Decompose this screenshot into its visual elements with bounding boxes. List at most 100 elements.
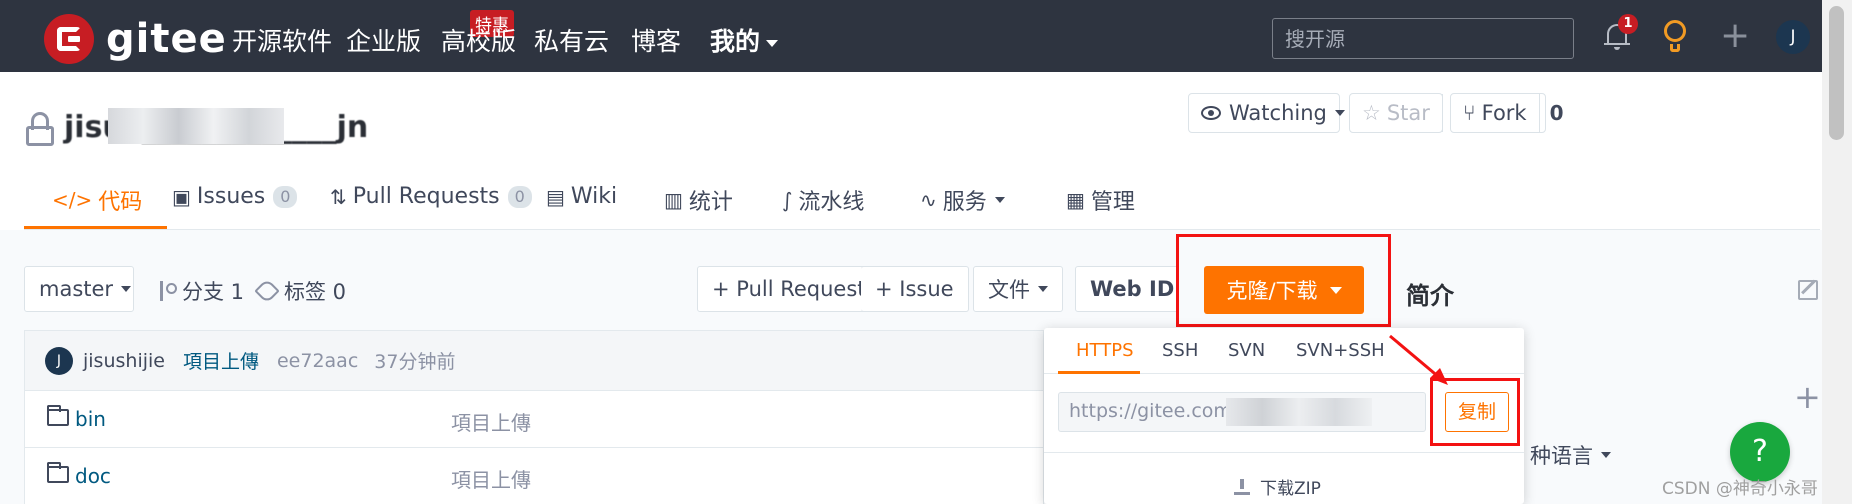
intro-heading: 简介: [1406, 282, 1454, 310]
tab-ssh[interactable]: SSH: [1162, 340, 1198, 361]
manage-icon: ▦: [1066, 188, 1085, 212]
new-issue-button[interactable]: + Issue: [861, 266, 969, 312]
pipeline-icon: ∫: [782, 188, 793, 212]
tab-code-label: 代码: [98, 190, 143, 215]
repo-tabs: </> 代码 ▣ Issues 0 ⇅ Pull Requests 0 ▤ Wiki ▥ 统计…: [24, 172, 1820, 230]
search-input[interactable]: [1272, 18, 1574, 59]
fork-button[interactable]: ⑂ Fork 0: [1450, 93, 1564, 133]
branch-icon: [158, 281, 177, 301]
nav-open-source[interactable]: 开源软件: [232, 22, 332, 58]
chevron-down-icon: [1601, 452, 1611, 458]
chevron-down-icon: [1038, 286, 1048, 292]
nav-private-cloud[interactable]: 私有云: [534, 22, 609, 58]
scrollbar-thumb[interactable]: [1829, 6, 1844, 140]
download-zip-button[interactable]: 下载ZIP: [1234, 474, 1321, 499]
add-icon[interactable]: +: [1794, 378, 1821, 416]
active-tab-indicator: [24, 226, 167, 229]
tab-svn[interactable]: SVN: [1228, 340, 1265, 361]
annotation-arrow: [1389, 334, 1448, 385]
file-menu-label: 文件: [988, 278, 1030, 302]
tags-label: 标签 0: [284, 280, 347, 304]
tab-pull-requests-label: Pull Requests: [352, 184, 500, 209]
download-zip-label: 下载ZIP: [1260, 479, 1321, 499]
top-navbar: gitee 开源软件 企业版 特惠 高校版 私有云 博客 我的 1 + J: [0, 0, 1822, 72]
latest-commit-bar: J jisushijie 項目上傳 ee72aac 37分钟前: [24, 330, 1044, 390]
tab-code[interactable]: </> 代码: [52, 184, 142, 216]
tab-pipeline[interactable]: ∫ 流水线: [782, 184, 864, 216]
notification-count-badge: 1: [1618, 14, 1638, 34]
tags-link[interactable]: 标签 0: [254, 276, 347, 306]
branches-label: 分支 1: [182, 280, 245, 304]
file-name[interactable]: bin: [75, 407, 106, 431]
commit-author[interactable]: jisushijie: [83, 350, 165, 372]
folder-icon: [47, 462, 69, 483]
divider: [1044, 452, 1524, 453]
edit-icon[interactable]: [1798, 280, 1818, 300]
fork-count: 0: [1549, 101, 1564, 125]
plus-icon[interactable]: +: [1720, 18, 1750, 54]
pull-request-icon: ⇅: [330, 184, 347, 209]
issues-icon: ▣: [172, 184, 191, 209]
eye-icon: [1201, 106, 1221, 120]
tab-issues-label: Issues: [196, 184, 266, 209]
new-issue-label: + Issue: [875, 277, 954, 301]
watch-button[interactable]: Watching 1: [1188, 93, 1382, 133]
tab-https[interactable]: HTTPS: [1076, 340, 1134, 361]
nav-enterprise[interactable]: 企业版: [346, 22, 421, 58]
download-icon: [1234, 478, 1250, 495]
web-ide-button[interactable]: Web IDE: [1075, 266, 1179, 312]
web-ide-label: Web IDE: [1090, 277, 1179, 301]
commit-author-avatar[interactable]: J: [45, 346, 73, 375]
file-menu-button[interactable]: 文件: [973, 266, 1063, 312]
branch-selector[interactable]: master: [24, 266, 134, 312]
nav-mine-label: 我的: [710, 27, 761, 56]
tab-wiki-label: Wiki: [570, 184, 618, 209]
chevron-down-icon: [121, 286, 132, 292]
new-pull-request-label: + Pull Request: [712, 277, 866, 301]
tab-manage-label: 管理: [1090, 190, 1135, 215]
file-row[interactable]: doc 項目上傳: [24, 447, 1044, 504]
nav-education[interactable]: 高校版: [441, 22, 516, 58]
lightbulb-icon[interactable]: [1662, 20, 1688, 54]
language-label: 种语言: [1530, 444, 1593, 468]
file-commit-message[interactable]: 項目上傳: [451, 464, 531, 493]
folder-icon: [47, 405, 69, 426]
file-name[interactable]: doc: [75, 464, 111, 488]
commit-time: 37分钟前: [374, 351, 456, 373]
star-icon: ☆: [1362, 101, 1381, 125]
new-pull-request-button[interactable]: + Pull Request: [697, 266, 881, 312]
fork-icon: ⑂: [1463, 101, 1476, 125]
file-commit-message[interactable]: 項目上傳: [451, 407, 531, 436]
tag-icon: [254, 278, 280, 304]
fork-label: Fork: [1481, 101, 1527, 125]
gitee-logo[interactable]: gitee: [44, 14, 227, 64]
user-avatar[interactable]: J: [1776, 20, 1810, 54]
commit-hash[interactable]: ee72aac: [277, 350, 358, 372]
tab-services[interactable]: ∿ 服务: [920, 184, 1005, 216]
brand-name: gitee: [106, 16, 227, 62]
tab-pipeline-label: 流水线: [798, 190, 865, 215]
annotation-box-copy: [1430, 378, 1520, 446]
tab-services-label: 服务: [942, 190, 987, 215]
tab-issues[interactable]: ▣ Issues 0: [172, 184, 298, 209]
tab-manage[interactable]: ▦ 管理: [1066, 184, 1135, 216]
nav-blog[interactable]: 博客: [631, 22, 681, 58]
chevron-down-icon: [766, 39, 779, 47]
tab-pull-requests[interactable]: ⇅ Pull Requests 0: [330, 184, 532, 209]
pulse-icon: ∿: [920, 188, 937, 212]
file-row[interactable]: bin 項目上傳: [24, 390, 1044, 447]
tab-statistics[interactable]: ▥ 统计: [664, 184, 733, 216]
star-label: Star: [1386, 101, 1430, 125]
lock-icon: [26, 112, 56, 146]
commit-message[interactable]: 項目上傳: [183, 347, 259, 374]
language-selector[interactable]: 种语言: [1530, 440, 1611, 470]
tab-svn-ssh[interactable]: SVN+SSH: [1296, 340, 1385, 361]
branches-link[interactable]: 分支 1: [158, 276, 244, 306]
tab-wiki[interactable]: ▤ Wiki: [546, 184, 617, 209]
redacted-url: [1226, 398, 1372, 426]
redacted-repo-name: [108, 108, 284, 144]
star-button[interactable]: ☆Star 0: [1349, 93, 1467, 133]
chevron-down-icon: [1334, 110, 1345, 116]
help-button[interactable]: ?: [1730, 422, 1790, 482]
nav-mine-dropdown[interactable]: 我的: [710, 22, 779, 58]
